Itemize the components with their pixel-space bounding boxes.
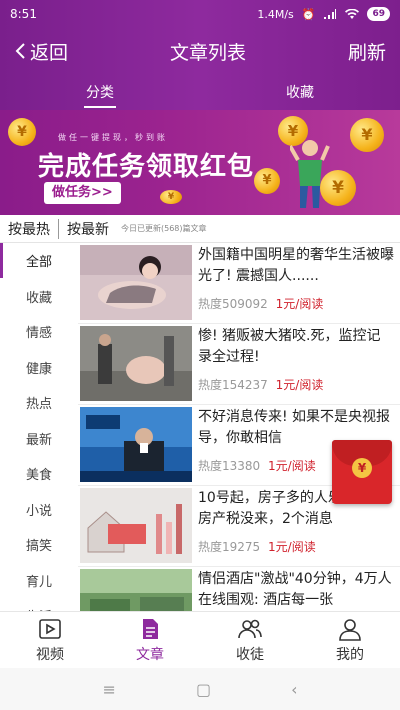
menu-icon[interactable]: ≡	[103, 680, 116, 699]
tab-label: 收徒	[236, 647, 264, 663]
category-item[interactable]: 美食	[0, 456, 78, 492]
battery-indicator: 69	[367, 7, 390, 21]
back-button[interactable]: 返回	[14, 38, 68, 65]
tab-label: 我的	[336, 647, 364, 663]
category-item[interactable]: 生活	[0, 598, 78, 611]
article-heat: 热度154237	[198, 378, 268, 392]
category-item[interactable]: 健康	[0, 350, 78, 386]
category-item[interactable]: 小说	[0, 492, 78, 528]
category-item[interactable]: 育儿	[0, 563, 78, 599]
banner-title: 完成任务领取红包	[38, 152, 255, 182]
article-item[interactable]: 情侣酒店"激战"40分钟，4万人在线围观: 酒店每一张	[78, 567, 400, 611]
page-title: 文章列表	[169, 41, 246, 64]
article-item[interactable]: 惨! 猪贩被大猪咬.死，监控记录全过程! 热度154237 1元/阅读	[78, 324, 400, 405]
alarm-icon: ⏰	[301, 7, 316, 21]
status-time: 8:51	[10, 7, 37, 21]
app-header: 8:51 1.4M/s ⏰ 69 返回 文章列表 刷新 分类 收藏	[0, 0, 400, 110]
sort-hot[interactable]: 按最热	[0, 219, 58, 239]
category-item[interactable]: 最新	[0, 421, 78, 457]
article-heat: 热度19275	[198, 540, 261, 554]
profile-icon	[339, 619, 361, 641]
article-thumbnail	[80, 407, 192, 482]
category-item[interactable]: 热点	[0, 385, 78, 421]
home-icon[interactable]: ▢	[196, 680, 211, 699]
article-thumbnail	[80, 245, 192, 320]
category-sidebar: 全部 收藏 情感 健康 热点 最新 美食 小说 搞笑 育儿 生活	[0, 243, 78, 611]
category-item[interactable]: 情感	[0, 314, 78, 350]
article-heat: 热度509092	[198, 297, 268, 311]
tab-article[interactable]: 文章	[100, 612, 200, 668]
coin-icon: ¥	[160, 190, 182, 204]
do-task-button[interactable]: 做任务>>	[44, 182, 121, 204]
article-price: 1元/阅读	[268, 459, 316, 473]
article-item[interactable]: 外国籍中国明星的奢华生活被曝 光了! 震撼国人...... 热度509092 1…	[78, 243, 400, 324]
chevron-left-icon	[15, 43, 25, 59]
update-note: 今日已更新(568)篇文章	[121, 224, 207, 233]
tab-label: 文章	[136, 647, 164, 663]
person-illustration	[290, 140, 330, 208]
video-icon	[39, 619, 61, 639]
article-price: 1元/阅读	[275, 378, 324, 392]
article-thumbnail	[80, 488, 192, 563]
article-price: 1元/阅读	[268, 540, 316, 554]
article-icon	[143, 619, 158, 639]
system-nav-bar: ≡ ▢ ‹	[0, 668, 400, 710]
banner-subtitle: 做任一键提现，秒到账	[58, 133, 168, 142]
coin-icon: ¥	[350, 118, 384, 152]
network-speed: 1.4M/s	[257, 7, 294, 21]
back-label: 返回	[30, 41, 69, 64]
subtab-bar: 分类 收藏	[0, 74, 400, 110]
refresh-button[interactable]: 刷新	[348, 38, 386, 65]
article-title: 外国籍中国明星的奢华生活被曝 光了! 震撼国人......	[198, 247, 394, 284]
recruit-icon	[238, 619, 262, 639]
tab-category[interactable]: 分类	[74, 76, 126, 108]
coin-icon: ¥	[8, 118, 36, 146]
tab-label: 视频	[36, 647, 64, 663]
category-item[interactable]: 搞笑	[0, 527, 78, 563]
category-item[interactable]: 全部	[0, 243, 78, 279]
article-thumbnail	[80, 326, 192, 401]
wifi-icon	[345, 8, 360, 19]
tab-favorites[interactable]: 收藏	[274, 76, 326, 108]
bottom-tab-bar: 视频 文章 收徒 我的	[0, 611, 400, 668]
article-list: 外国籍中国明星的奢华生活被曝 光了! 震撼国人...... 热度509092 1…	[78, 243, 400, 611]
back-icon[interactable]: ‹	[291, 680, 297, 699]
sort-new[interactable]: 按最新	[58, 218, 117, 239]
task-banner[interactable]: 做任一键提现，秒到账 完成任务领取红包 做任务>> ¥ ¥ ¥ ¥ ¥ ¥	[0, 110, 400, 215]
article-thumbnail	[80, 569, 192, 611]
article-title: 惨! 猪贩被大猪咬.死，监控记录全过程!	[198, 328, 381, 365]
signal-icon	[324, 8, 337, 19]
tab-video[interactable]: 视频	[0, 612, 100, 668]
status-bar: 8:51 1.4M/s ⏰ 69	[0, 0, 400, 28]
category-item[interactable]: 收藏	[0, 279, 78, 315]
red-packet-button[interactable]: ¥	[332, 440, 392, 504]
tab-recruit[interactable]: 收徒	[200, 612, 300, 668]
coin-icon: ¥	[254, 168, 280, 194]
article-title: 情侣酒店"激战"40分钟，4万人在线围观: 酒店每一张	[198, 571, 392, 608]
red-packet-icon: ¥	[352, 458, 372, 478]
tab-profile[interactable]: 我的	[300, 612, 400, 668]
article-heat: 热度13380	[198, 459, 261, 473]
sort-bar: 按最热 按最新 今日已更新(568)篇文章	[0, 215, 400, 243]
article-price: 1元/阅读	[275, 297, 324, 311]
